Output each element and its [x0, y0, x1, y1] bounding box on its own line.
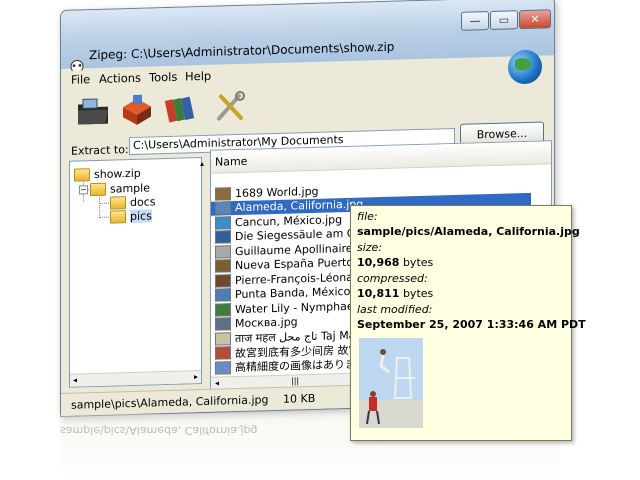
box-extract-icon[interactable] [119, 92, 155, 127]
image-thumbnail-icon [215, 201, 231, 215]
close-icon: ✕ [530, 12, 540, 26]
folder-icon [90, 182, 106, 197]
scroll-up-icon[interactable]: ▴ [200, 159, 204, 168]
extract-to-label: Extract to: [71, 143, 129, 158]
tooltip-size-row: 10,968 bytes [357, 256, 433, 269]
image-thumbnail-icon [215, 230, 231, 244]
reflection-text: sample\pics\Alameda, California.jpg [60, 424, 258, 437]
maximize-button[interactable]: ▭ [490, 10, 518, 30]
image-thumbnail-icon [215, 244, 231, 259]
tooltip-file-value: sample/pics/Alameda, California.jpg [357, 225, 580, 238]
tree-item-label: show.zip [94, 166, 141, 182]
image-thumbnail-icon [215, 360, 231, 375]
collapse-toggle[interactable]: − [79, 185, 88, 195]
scroll-left-icon[interactable]: ◂ [73, 376, 77, 385]
menu-file[interactable]: File [71, 72, 90, 87]
image-thumbnail-icon [215, 317, 231, 331]
books-icon[interactable] [163, 91, 199, 126]
file-info-tooltip: file: sample/pics/Alameda, California.jp… [350, 205, 586, 441]
image-thumbnail-icon [215, 346, 231, 360]
tooltip-compressed-row: 10,811 bytes [357, 287, 433, 300]
folder-icon [110, 196, 126, 210]
tree-item-pics[interactable]: pics [110, 209, 152, 224]
maximize-icon: ▭ [498, 13, 510, 27]
tree-horizontal-scrollbar[interactable]: ◂ ▸ [70, 370, 201, 387]
tree-item-show-zip[interactable]: show.zip [74, 167, 141, 182]
file-name: 1689 World.jpg [235, 184, 319, 200]
folder-icon [74, 168, 90, 182]
tree-connector [99, 216, 109, 218]
tooltip-modified-value: September 25, 2007 1:33:46 AM PDT [357, 318, 586, 331]
tooltip-file-label: file: [357, 210, 378, 223]
tools-icon[interactable] [213, 90, 249, 125]
photo-thumbnail [359, 338, 423, 428]
scroll-right-icon[interactable]: ▸ [194, 372, 198, 381]
tree-connector [99, 202, 109, 204]
folder-archive-icon[interactable] [75, 94, 111, 129]
tree-item-label: sample [110, 181, 150, 196]
status-path: sample\pics\Alameda, California.jpg [71, 393, 269, 412]
tree-item-docs[interactable]: docs [110, 195, 156, 210]
tree-item-label: pics [130, 209, 152, 224]
tooltip-compressed-unit: bytes [402, 287, 434, 300]
minimize-icon: — [469, 14, 481, 28]
image-thumbnail-icon [215, 259, 231, 273]
menu-tools[interactable]: Tools [149, 70, 177, 85]
minimize-button[interactable]: — [461, 11, 489, 31]
image-thumbnail-icon [215, 215, 231, 230]
status-size: 10 KB [283, 391, 316, 406]
window-title: Zipeg: C:\Users\Administrator\Documents\… [89, 39, 395, 63]
tooltip-size-value: 10,968 [357, 256, 400, 269]
scroll-thumb-grip-icon[interactable]: ||| [291, 376, 299, 385]
folder-icon [110, 210, 126, 224]
tree-item-label: docs [130, 195, 156, 210]
image-thumbnail-icon [215, 331, 231, 346]
file-list-vertical-scrollbar[interactable]: ▴ [199, 159, 209, 378]
close-button[interactable]: ✕ [519, 9, 551, 30]
tree-item-sample[interactable]: sample [90, 181, 150, 197]
tooltip-compressed-value: 10,811 [357, 287, 400, 300]
image-thumbnail-icon [215, 302, 231, 317]
scroll-left-icon[interactable]: ◂ [215, 379, 219, 388]
image-thumbnail-icon [215, 288, 231, 302]
file-name: Москва.jpg [235, 315, 298, 331]
column-header-label: Name [215, 154, 248, 169]
tooltip-modified-label: last modified: [357, 303, 433, 316]
file-name: 高精細度の画像はありま [235, 357, 356, 375]
tooltip-size-unit: bytes [402, 256, 434, 269]
tooltip-compressed-label: compressed: [357, 272, 428, 285]
tooltip-size-label: size: [357, 241, 383, 254]
menu-actions[interactable]: Actions [99, 71, 141, 86]
folder-tree[interactable]: − show.zip sample docs pics ◂ ▸ [69, 157, 202, 388]
image-thumbnail-icon [215, 273, 231, 288]
image-thumbnail-icon [215, 186, 231, 201]
menu-help[interactable]: Help [185, 69, 211, 84]
tree-connector [99, 192, 100, 218]
